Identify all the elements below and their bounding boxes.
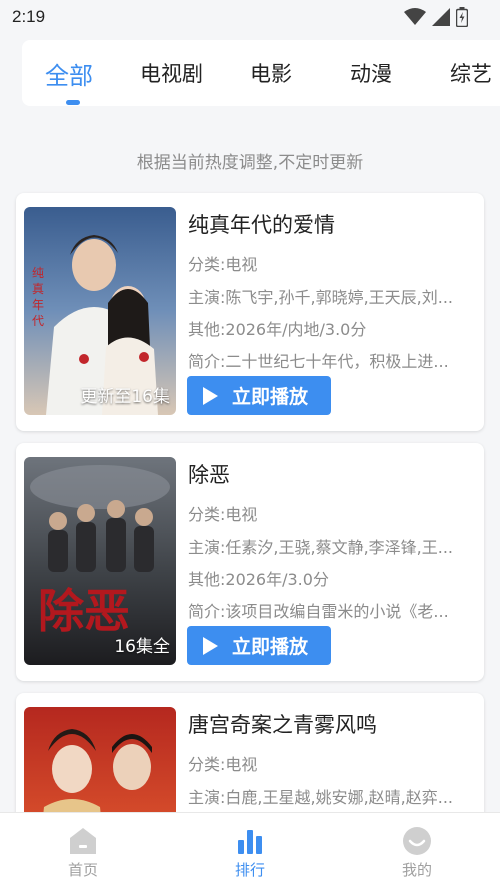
list-item[interactable]: 除恶 16集全 除恶 分类:电视 主演:任素汐,王骁,蔡文静,李泽锋,王... …: [16, 443, 484, 681]
play-icon: [203, 636, 218, 655]
status-icons: [404, 6, 468, 28]
nav-profile[interactable]: 我的: [367, 813, 467, 889]
episode-badge: 更新至16集: [80, 387, 170, 407]
svg-text:真: 真: [32, 282, 44, 296]
svg-text:除恶: 除恶: [38, 584, 130, 638]
nav-home[interactable]: 首页: [33, 813, 133, 889]
svg-text:代: 代: [32, 314, 44, 328]
status-bar: 2:19: [0, 0, 500, 36]
nav-home-label: 首页: [67, 861, 98, 879]
tab-variety[interactable]: 综艺: [450, 58, 492, 88]
poster-image[interactable]: 纯 真 年 代 更新至16集: [24, 207, 176, 415]
poster-image[interactable]: 除恶 16集全: [24, 457, 176, 665]
ranking-icon: [238, 830, 262, 854]
play-icon: [203, 386, 218, 405]
ranking-hint: 根据当前热度调整,不定时更新: [136, 153, 364, 173]
wifi-icon: [404, 8, 426, 25]
play-now-button[interactable]: 立即播放: [187, 626, 331, 665]
category-tabs: 全部 电视剧 电影 动漫 综艺: [22, 40, 500, 106]
tab-movies[interactable]: 电影: [250, 58, 292, 88]
tab-tv-series[interactable]: 电视剧: [140, 58, 203, 88]
battery-icon: [456, 7, 468, 27]
nav-ranking-label: 排行: [234, 861, 265, 879]
item-category: 分类:电视: [188, 255, 258, 274]
item-title[interactable]: 纯真年代的爱情: [188, 209, 335, 239]
status-time: 2:19: [12, 7, 46, 26]
svg-text:年: 年: [32, 298, 44, 312]
episode-badge: 16集全: [114, 637, 170, 657]
play-button-label: 立即播放: [232, 636, 309, 658]
nav-ranking[interactable]: 排行: [200, 813, 300, 889]
item-summary: 简介:二十世纪七十年代，积极上进...: [188, 352, 449, 371]
signal-icon: [432, 8, 450, 26]
home-icon: [70, 828, 96, 854]
item-summary: 简介:该项目改编自雷米的小说《老...: [188, 602, 449, 621]
item-title[interactable]: 除恶: [188, 459, 230, 489]
item-other: 其他:2026年/3.0分: [188, 570, 329, 589]
item-cast: 主演:白鹿,王星越,姚安娜,赵晴,赵弈...: [188, 788, 453, 807]
tab-all[interactable]: 全部: [45, 56, 93, 91]
list-item[interactable]: 纯 真 年 代 更新至16集 纯真年代的爱情 分类:电视 主演:陈飞宇,孙千,郭…: [16, 193, 484, 431]
item-category: 分类:电视: [188, 755, 258, 774]
tab-active-indicator: [66, 100, 80, 105]
tab-anime[interactable]: 动漫: [350, 58, 392, 88]
profile-icon: [403, 827, 431, 855]
play-now-button[interactable]: 立即播放: [187, 376, 331, 415]
item-title[interactable]: 唐宫奇案之青雾风鸣: [188, 709, 377, 739]
nav-profile-label: 我的: [401, 861, 432, 879]
item-category: 分类:电视: [188, 505, 258, 524]
play-button-label: 立即播放: [232, 386, 309, 408]
svg-text:纯: 纯: [32, 266, 44, 280]
item-other: 其他:2026年/内地/3.0分: [188, 320, 367, 339]
item-cast: 主演:陈飞宇,孙千,郭晓婷,王天辰,刘...: [188, 288, 453, 307]
item-cast: 主演:任素汐,王骁,蔡文静,李泽锋,王...: [188, 538, 453, 557]
bottom-navigation: 首页 排行 我的: [0, 812, 500, 889]
